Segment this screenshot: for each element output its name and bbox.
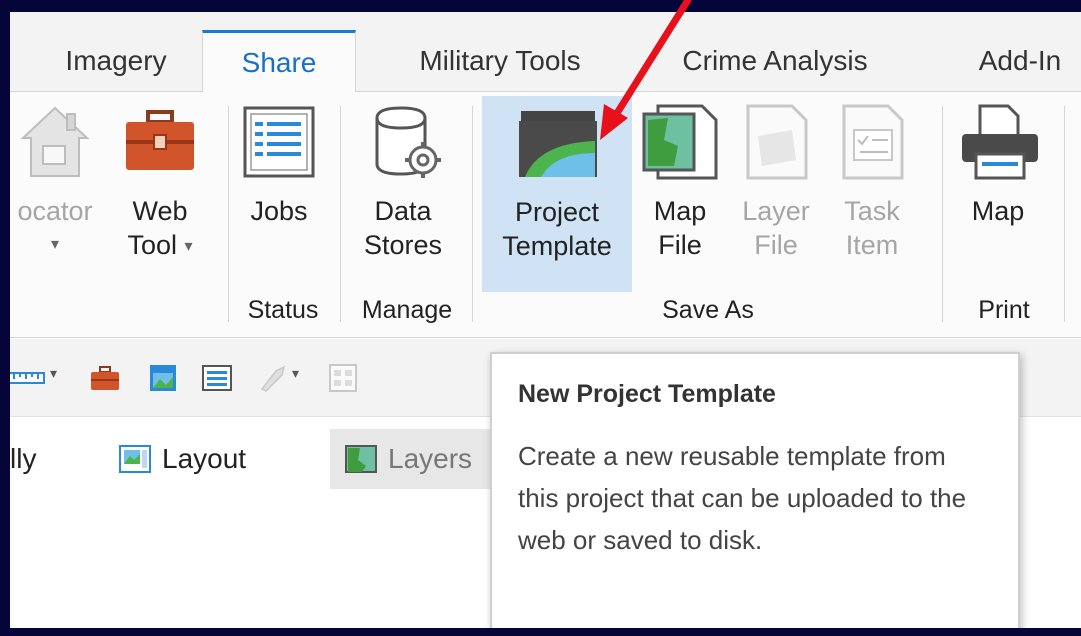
map-file-button[interactable]: Map File — [640, 100, 720, 262]
data-stores-label-line1: Data — [374, 196, 432, 226]
map-file-label-line1: Map — [653, 196, 707, 226]
layer-file-label-line1: Layer — [742, 196, 810, 226]
tab-share[interactable]: Share — [202, 30, 356, 93]
toolbox-icon — [126, 110, 194, 170]
map-icon — [345, 445, 377, 473]
project-template-icon — [519, 111, 597, 177]
tab-military-tools[interactable]: Military Tools — [390, 30, 610, 92]
ribbon-tab-bar: Imagery Share Military Tools Crime Analy… — [10, 12, 1081, 93]
data-stores-label-line2: Stores — [363, 230, 443, 260]
locator-label: ocator — [17, 196, 93, 226]
tab-add-in[interactable]: Add-In — [960, 30, 1080, 92]
layer-file-icon — [746, 104, 808, 180]
view-tab-label: Layout — [162, 443, 247, 474]
map-file-label-line2: File — [658, 230, 702, 260]
grid-icon[interactable] — [326, 361, 360, 395]
project-template-button[interactable]: Project Template — [482, 96, 632, 292]
map-file-icon — [642, 104, 718, 180]
view-tab-label: Layers — [388, 443, 473, 474]
chevron-down-icon: ▾ — [184, 237, 193, 255]
house-icon — [20, 106, 90, 177]
web-tool-label-line1: Web — [132, 196, 188, 226]
print-map-label: Map — [971, 196, 1025, 226]
ribbon-separator — [942, 106, 943, 322]
ribbon-separator — [340, 106, 341, 322]
map-window-icon[interactable] — [146, 361, 180, 395]
tooltip-description: Create a new reusable template from this… — [518, 441, 967, 555]
layer-file-button[interactable]: Layer File — [736, 100, 816, 262]
task-item-button[interactable]: Task Item — [832, 100, 912, 262]
web-tool-button[interactable]: Web Tool ▾ — [115, 100, 205, 264]
group-label-manage: Manage — [361, 296, 453, 324]
chevron-down-icon[interactable]: ▾ — [50, 365, 57, 382]
view-tab-layout[interactable]: Layout — [118, 429, 246, 489]
ribbon-panel: ocator ▾ Web Tool ▾ Jobs Data Stores Pro… — [10, 92, 1081, 338]
printer-icon — [962, 104, 1038, 180]
database-gear-icon — [375, 106, 441, 178]
view-tab-label: lly — [10, 443, 37, 474]
ruler-icon[interactable] — [10, 361, 46, 395]
group-label-save-as: Save As — [662, 296, 754, 324]
table-icon[interactable] — [200, 361, 234, 395]
tab-imagery[interactable]: Imagery — [36, 30, 196, 92]
ribbon-separator — [228, 106, 229, 322]
chevron-down-icon: ▾ — [50, 236, 60, 253]
data-stores-button[interactable]: Data Stores — [348, 100, 458, 262]
job-list-icon — [243, 106, 315, 178]
group-label-status: Status — [247, 296, 319, 324]
tooltip-title: New Project Template — [518, 380, 776, 408]
tab-crime-analysis[interactable]: Crime Analysis — [660, 30, 890, 92]
locator-button[interactable]: ocator ▾ — [10, 100, 110, 262]
task-item-icon — [842, 104, 904, 180]
view-tab-partial[interactable]: lly — [10, 429, 36, 489]
ribbon-separator — [472, 106, 473, 322]
chevron-down-icon[interactable]: ▾ — [292, 365, 299, 382]
print-map-button[interactable]: Map — [952, 100, 1044, 228]
ribbon-separator — [1064, 106, 1065, 322]
layer-file-label-line2: File — [754, 230, 798, 260]
web-tool-label-line2: Tool — [127, 230, 177, 260]
layout-icon — [119, 445, 151, 473]
group-label-print: Print — [978, 296, 1030, 324]
jobs-button[interactable]: Jobs — [236, 100, 322, 228]
tooltip: New Project Template Create a new reusab… — [490, 352, 1020, 628]
project-template-label-line1: Project — [514, 197, 600, 227]
task-item-label-line1: Task — [844, 196, 900, 226]
brush-icon[interactable] — [256, 361, 290, 395]
task-item-label-line2: Item — [845, 230, 899, 260]
jobs-label: Jobs — [250, 196, 308, 226]
project-template-label-line2: Template — [502, 231, 612, 261]
app-window: Imagery Share Military Tools Crime Analy… — [10, 12, 1081, 628]
toolbox-icon[interactable] — [88, 361, 122, 395]
view-tab-layers[interactable]: Layers — [330, 429, 500, 489]
